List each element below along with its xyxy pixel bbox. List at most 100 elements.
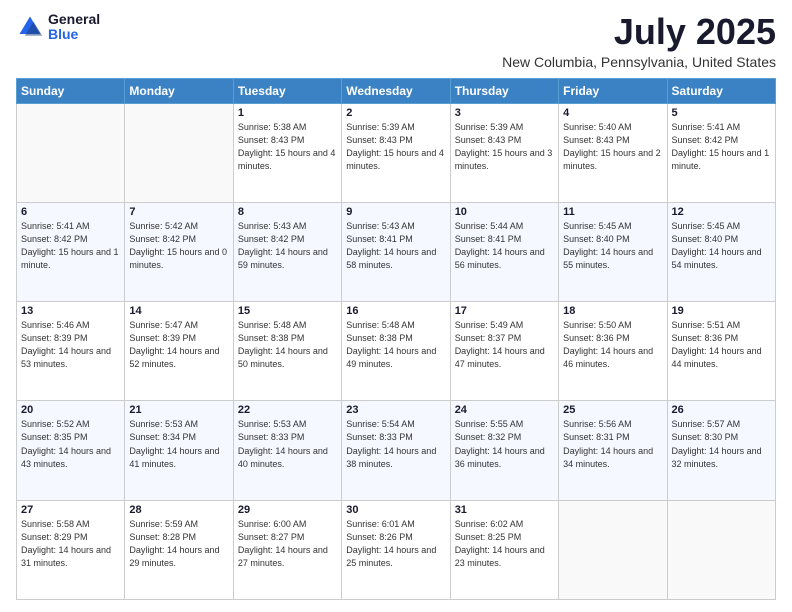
header: General Blue July 2025 New Columbia, Pen… (16, 12, 776, 70)
table-row (125, 103, 233, 202)
day-info: Sunrise: 5:39 AM Sunset: 8:43 PM Dayligh… (346, 121, 445, 173)
col-wednesday: Wednesday (342, 78, 450, 103)
day-number: 1 (238, 107, 337, 119)
day-info: Sunrise: 5:40 AM Sunset: 8:43 PM Dayligh… (563, 121, 662, 173)
day-number: 16 (346, 305, 445, 317)
page: General Blue July 2025 New Columbia, Pen… (0, 0, 792, 612)
table-row: 18 Sunrise: 5:50 AM Sunset: 8:36 PM Dayli… (559, 302, 667, 401)
col-friday: Friday (559, 78, 667, 103)
day-info: Sunrise: 5:48 AM Sunset: 8:38 PM Dayligh… (238, 319, 337, 371)
table-row: 7 Sunrise: 5:42 AM Sunset: 8:42 PM Daylig… (125, 202, 233, 301)
table-row: 30 Sunrise: 6:01 AM Sunset: 8:26 PM Dayli… (342, 500, 450, 599)
table-row: 29 Sunrise: 6:00 AM Sunset: 8:27 PM Dayli… (233, 500, 341, 599)
day-info: Sunrise: 5:51 AM Sunset: 8:36 PM Dayligh… (672, 319, 771, 371)
day-number: 15 (238, 305, 337, 317)
day-info: Sunrise: 6:00 AM Sunset: 8:27 PM Dayligh… (238, 518, 337, 570)
calendar-week-1: 1Sunrise: 5:38 AM Sunset: 8:43 PM Daylig… (17, 103, 776, 202)
day-number: 25 (563, 404, 662, 416)
day-number: 13 (21, 305, 120, 317)
location: New Columbia, Pennsylvania, United State… (502, 54, 776, 70)
table-row: 8 Sunrise: 5:43 AM Sunset: 8:42 PM Daylig… (233, 202, 341, 301)
table-row: 26 Sunrise: 5:57 AM Sunset: 8:30 PM Dayli… (667, 401, 775, 500)
day-number: 6 (21, 206, 120, 218)
day-info: Sunrise: 5:45 AM Sunset: 8:40 PM Dayligh… (672, 220, 771, 272)
day-info: Sunrise: 5:42 AM Sunset: 8:42 PM Dayligh… (129, 220, 228, 272)
table-row: 10 Sunrise: 5:44 AM Sunset: 8:41 PM Dayli… (450, 202, 558, 301)
table-row: 27 Sunrise: 5:58 AM Sunset: 8:29 PM Dayli… (17, 500, 125, 599)
day-number: 26 (672, 404, 771, 416)
day-info: Sunrise: 5:53 AM Sunset: 8:34 PM Dayligh… (129, 418, 228, 470)
day-info: Sunrise: 5:49 AM Sunset: 8:37 PM Dayligh… (455, 319, 554, 371)
col-thursday: Thursday (450, 78, 558, 103)
day-number: 27 (21, 504, 120, 516)
calendar-week-5: 27 Sunrise: 5:58 AM Sunset: 8:29 PM Dayli… (17, 500, 776, 599)
day-info: Sunrise: 5:59 AM Sunset: 8:28 PM Dayligh… (129, 518, 228, 570)
day-info: Sunrise: 5:41 AM Sunset: 8:42 PM Dayligh… (672, 121, 771, 173)
table-row: 28 Sunrise: 5:59 AM Sunset: 8:28 PM Dayli… (125, 500, 233, 599)
day-number: 10 (455, 206, 554, 218)
day-number: 14 (129, 305, 228, 317)
day-info: Sunrise: 5:46 AM Sunset: 8:39 PM Dayligh… (21, 319, 120, 371)
table-row: 15 Sunrise: 5:48 AM Sunset: 8:38 PM Dayli… (233, 302, 341, 401)
logo-general: General (48, 12, 100, 27)
table-row: 31Sunrise: 6:02 AM Sunset: 8:25 PM Dayli… (450, 500, 558, 599)
title-block: July 2025 New Columbia, Pennsylvania, Un… (502, 12, 776, 70)
table-row: 1Sunrise: 5:38 AM Sunset: 8:43 PM Daylig… (233, 103, 341, 202)
col-monday: Monday (125, 78, 233, 103)
table-row: 19 Sunrise: 5:51 AM Sunset: 8:36 PM Dayli… (667, 302, 775, 401)
day-number: 17 (455, 305, 554, 317)
day-number: 21 (129, 404, 228, 416)
day-number: 19 (672, 305, 771, 317)
logo-blue: Blue (48, 27, 100, 42)
table-row: 5 Sunrise: 5:41 AM Sunset: 8:42 PM Daylig… (667, 103, 775, 202)
table-row: 25 Sunrise: 5:56 AM Sunset: 8:31 PM Dayli… (559, 401, 667, 500)
day-info: Sunrise: 6:01 AM Sunset: 8:26 PM Dayligh… (346, 518, 445, 570)
day-info: Sunrise: 5:41 AM Sunset: 8:42 PM Dayligh… (21, 220, 120, 272)
day-number: 5 (672, 107, 771, 119)
day-info: Sunrise: 5:52 AM Sunset: 8:35 PM Dayligh… (21, 418, 120, 470)
day-info: Sunrise: 5:39 AM Sunset: 8:43 PM Dayligh… (455, 121, 554, 173)
table-row: 12Sunrise: 5:45 AM Sunset: 8:40 PM Dayli… (667, 202, 775, 301)
day-number: 7 (129, 206, 228, 218)
day-info: Sunrise: 5:55 AM Sunset: 8:32 PM Dayligh… (455, 418, 554, 470)
day-info: Sunrise: 5:57 AM Sunset: 8:30 PM Dayligh… (672, 418, 771, 470)
table-row: 2Sunrise: 5:39 AM Sunset: 8:43 PM Daylig… (342, 103, 450, 202)
logo: General Blue (16, 12, 100, 43)
day-info: Sunrise: 6:02 AM Sunset: 8:25 PM Dayligh… (455, 518, 554, 570)
day-info: Sunrise: 5:44 AM Sunset: 8:41 PM Dayligh… (455, 220, 554, 272)
day-info: Sunrise: 5:58 AM Sunset: 8:29 PM Dayligh… (21, 518, 120, 570)
day-info: Sunrise: 5:45 AM Sunset: 8:40 PM Dayligh… (563, 220, 662, 272)
calendar-table: Sunday Monday Tuesday Wednesday Thursday… (16, 78, 776, 600)
table-row (559, 500, 667, 599)
table-row: 16 Sunrise: 5:48 AM Sunset: 8:38 PM Dayli… (342, 302, 450, 401)
day-number: 11 (563, 206, 662, 218)
logo-icon (16, 13, 44, 41)
col-saturday: Saturday (667, 78, 775, 103)
table-row: 4Sunrise: 5:40 AM Sunset: 8:43 PM Daylig… (559, 103, 667, 202)
table-row: 13 Sunrise: 5:46 AM Sunset: 8:39 PM Dayli… (17, 302, 125, 401)
day-info: Sunrise: 5:43 AM Sunset: 8:41 PM Dayligh… (346, 220, 445, 272)
day-number: 3 (455, 107, 554, 119)
day-number: 8 (238, 206, 337, 218)
day-number: 18 (563, 305, 662, 317)
day-number: 20 (21, 404, 120, 416)
day-info: Sunrise: 5:56 AM Sunset: 8:31 PM Dayligh… (563, 418, 662, 470)
day-number: 30 (346, 504, 445, 516)
table-row: 21 Sunrise: 5:53 AM Sunset: 8:34 PM Dayli… (125, 401, 233, 500)
table-row: 3 Sunrise: 5:39 AM Sunset: 8:43 PM Daylig… (450, 103, 558, 202)
table-row (17, 103, 125, 202)
table-row: 24Sunrise: 5:55 AM Sunset: 8:32 PM Dayli… (450, 401, 558, 500)
table-row: 23Sunrise: 5:54 AM Sunset: 8:33 PM Dayli… (342, 401, 450, 500)
day-number: 28 (129, 504, 228, 516)
table-row: 9Sunrise: 5:43 AM Sunset: 8:41 PM Daylig… (342, 202, 450, 301)
day-number: 22 (238, 404, 337, 416)
table-row: 14Sunrise: 5:47 AM Sunset: 8:39 PM Dayli… (125, 302, 233, 401)
day-number: 29 (238, 504, 337, 516)
day-info: Sunrise: 5:48 AM Sunset: 8:38 PM Dayligh… (346, 319, 445, 371)
table-row: 17 Sunrise: 5:49 AM Sunset: 8:37 PM Dayli… (450, 302, 558, 401)
col-tuesday: Tuesday (233, 78, 341, 103)
day-info: Sunrise: 5:43 AM Sunset: 8:42 PM Dayligh… (238, 220, 337, 272)
day-info: Sunrise: 5:50 AM Sunset: 8:36 PM Dayligh… (563, 319, 662, 371)
table-row: 22Sunrise: 5:53 AM Sunset: 8:33 PM Dayli… (233, 401, 341, 500)
col-sunday: Sunday (17, 78, 125, 103)
